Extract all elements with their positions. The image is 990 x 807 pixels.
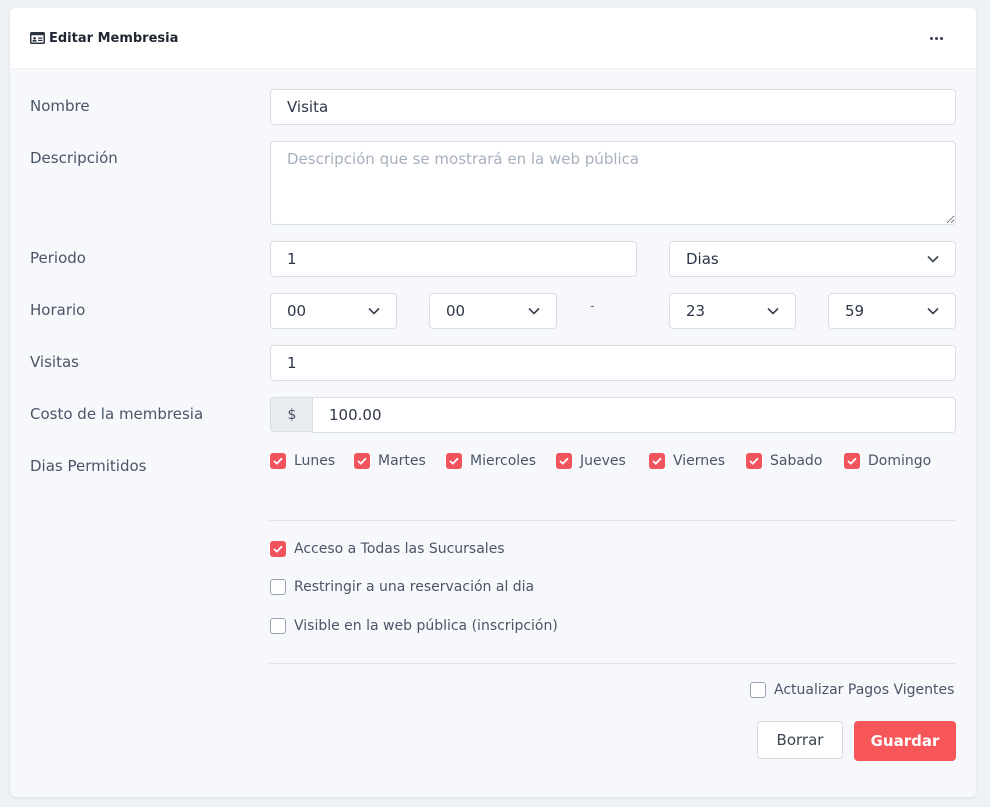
- periodo-unit-select[interactable]: Dias: [669, 241, 956, 277]
- checkbox-unchecked-icon: [270, 579, 286, 595]
- day-checkbox-jueves[interactable]: Jueves: [556, 453, 626, 469]
- costo-label: Costo de la membresia: [30, 405, 204, 423]
- guardar-button[interactable]: Guardar: [854, 721, 956, 761]
- actualizar-pagos-checkbox[interactable]: Actualizar Pagos Vigentes: [750, 682, 954, 698]
- visitas-label: Visitas: [30, 353, 79, 371]
- start-minute-select[interactable]: 00: [429, 293, 557, 329]
- checkbox-checked-icon: [446, 453, 462, 469]
- divider: [269, 520, 956, 521]
- chevron-down-icon: [927, 255, 939, 263]
- start-hour-select[interactable]: 00: [270, 293, 397, 329]
- periodo-unit-value: Dias: [686, 250, 719, 268]
- checkbox-checked-icon: [649, 453, 665, 469]
- horario-label: Horario: [30, 301, 86, 319]
- costo-input[interactable]: [312, 397, 956, 433]
- descripcion-textarea[interactable]: [270, 141, 956, 225]
- checkbox-unchecked-icon: [270, 618, 286, 634]
- option-visible-web[interactable]: Visible en la web pública (inscripción): [270, 618, 558, 634]
- end-hour-select[interactable]: 23: [669, 293, 796, 329]
- visitas-input[interactable]: [270, 345, 956, 381]
- day-checkbox-martes[interactable]: Martes: [354, 453, 426, 469]
- dias-permitidos-label: Dias Permitidos: [30, 457, 147, 475]
- edit-membership-card: Editar Membresia Nombre Descripción Peri…: [10, 8, 976, 797]
- option-acceso-sucursales[interactable]: Acceso a Todas las Sucursales: [270, 541, 505, 557]
- chevron-down-icon: [927, 307, 939, 315]
- end-hour-value: 23: [686, 302, 706, 320]
- card-title-text: Editar Membresia: [49, 30, 179, 46]
- chevron-down-icon: [528, 307, 540, 315]
- end-minute-select[interactable]: 59: [828, 293, 956, 329]
- card-header: Editar Membresia: [10, 8, 976, 69]
- card-title: Editar Membresia: [30, 29, 178, 47]
- day-label: Viernes: [673, 453, 726, 469]
- checkbox-checked-icon: [556, 453, 572, 469]
- day-label: Martes: [378, 453, 426, 469]
- day-label: Lunes: [294, 453, 336, 469]
- time-range-separator: -: [590, 299, 595, 314]
- periodo-label: Periodo: [30, 249, 86, 267]
- checkbox-checked-icon: [354, 453, 370, 469]
- nombre-label: Nombre: [30, 97, 90, 115]
- nombre-input[interactable]: [270, 89, 956, 125]
- divider: [269, 663, 956, 664]
- start-hour-value: 00: [287, 302, 307, 320]
- periodo-input[interactable]: [270, 241, 637, 277]
- id-card-icon: [30, 32, 45, 44]
- checkbox-checked-icon: [270, 453, 286, 469]
- day-checkbox-viernes[interactable]: Viernes: [649, 453, 725, 469]
- checkbox-unchecked-icon: [750, 682, 766, 698]
- more-dots-icon: [929, 36, 933, 40]
- day-checkbox-miercoles[interactable]: Miercoles: [446, 453, 536, 469]
- day-checkbox-lunes[interactable]: Lunes: [270, 453, 335, 469]
- day-checkbox-sabado[interactable]: Sabado: [746, 453, 822, 469]
- actualizar-pagos-label: Actualizar Pagos Vigentes: [774, 682, 955, 698]
- day-label: Sabado: [770, 453, 823, 469]
- day-label: Miercoles: [470, 453, 537, 469]
- end-minute-value: 59: [845, 302, 865, 320]
- option-label: Acceso a Todas las Sucursales: [294, 541, 505, 557]
- descripcion-label: Descripción: [30, 149, 118, 167]
- currency-addon: $: [270, 397, 313, 432]
- option-label: Visible en la web pública (inscripción): [294, 618, 558, 634]
- option-label: Restringir a una reservación al dia: [294, 579, 535, 595]
- checkbox-checked-icon: [746, 453, 762, 469]
- option-restringir-reservacion[interactable]: Restringir a una reservación al dia: [270, 579, 534, 595]
- borrar-button[interactable]: Borrar: [757, 721, 843, 759]
- chevron-down-icon: [368, 307, 380, 315]
- start-minute-value: 00: [446, 302, 466, 320]
- day-label: Jueves: [580, 453, 626, 469]
- chevron-down-icon: [767, 307, 779, 315]
- day-checkbox-domingo[interactable]: Domingo: [844, 453, 931, 469]
- day-label: Domingo: [868, 453, 932, 469]
- checkbox-checked-icon: [844, 453, 860, 469]
- more-options-button[interactable]: [926, 30, 946, 46]
- checkbox-checked-icon: [270, 541, 286, 557]
